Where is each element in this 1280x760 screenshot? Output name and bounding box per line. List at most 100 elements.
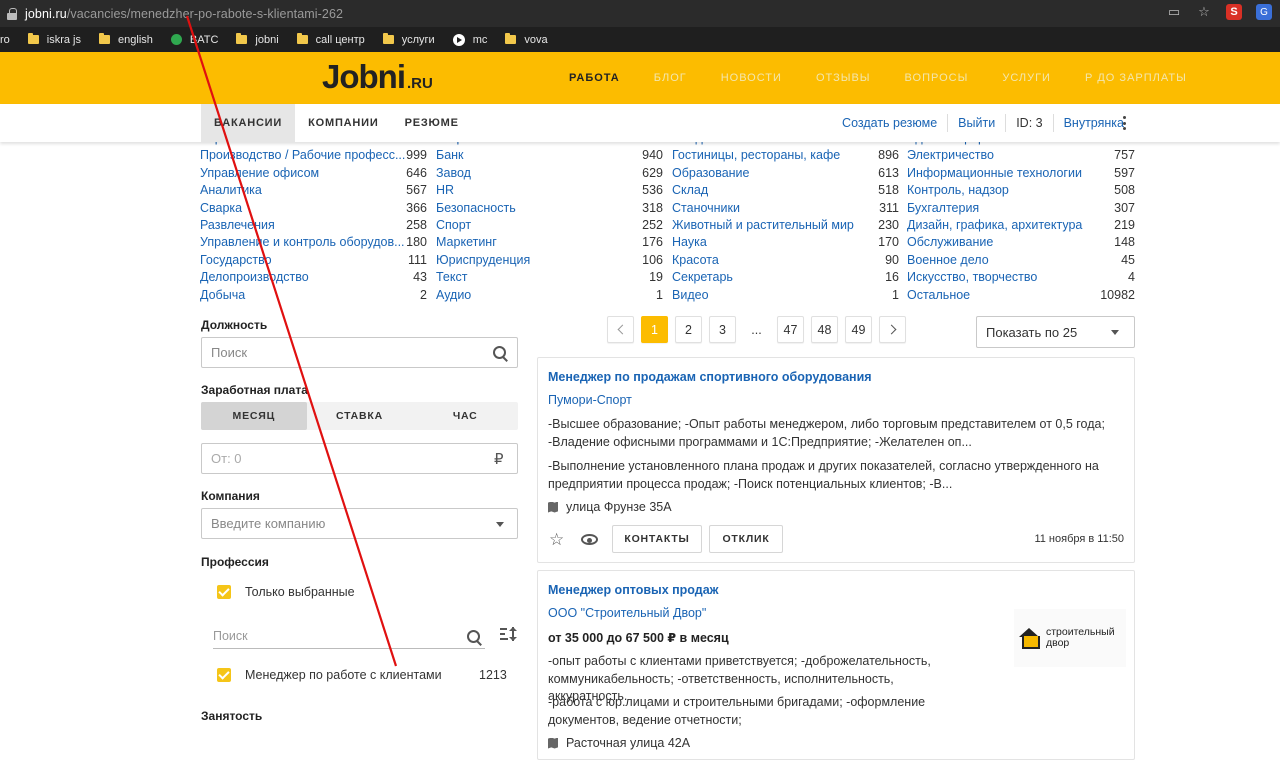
profession-checkbox[interactable]	[217, 668, 231, 682]
category-link[interactable]: Аналитика	[200, 183, 262, 197]
profession-search-input[interactable]: Поиск	[213, 623, 485, 649]
url-text[interactable]: jobni.ru/vacancies/menedzher-po-rabote-s…	[25, 7, 343, 21]
more-menu-icon[interactable]	[1123, 116, 1127, 130]
salary-from-input[interactable]: От: 0 ₽	[201, 443, 518, 474]
bookmark-item[interactable]: jobni	[236, 33, 279, 46]
category-link[interactable]: Электричество	[907, 148, 994, 162]
category-link[interactable]: Добыча	[200, 288, 245, 302]
translate-extension-icon[interactable]: G	[1256, 4, 1272, 20]
company-select[interactable]: Введите компанию	[201, 508, 518, 539]
category-link[interactable]: Управление и контроль оборудов...	[200, 235, 405, 249]
category-link[interactable]: Развлечения	[200, 218, 275, 232]
category-link[interactable]: Контроль, надзор	[907, 183, 1009, 197]
bookmark-item[interactable]: услуги	[382, 33, 435, 46]
pagination-page[interactable]: 47	[777, 316, 804, 343]
cast-icon[interactable]: ▭	[1166, 4, 1182, 20]
bookmark-item[interactable]: vova	[505, 33, 548, 46]
category-link[interactable]: Склад	[672, 183, 708, 197]
search-icon[interactable]	[493, 346, 507, 360]
category-link[interactable]: Производство / Рабочие професс...	[200, 148, 405, 162]
category-count: 148	[1114, 235, 1135, 250]
tab-resumes[interactable]: РЕЗЮМЕ	[392, 104, 472, 142]
nav-item-services[interactable]: УСЛУГИ	[1002, 72, 1051, 84]
category-link[interactable]: Образование	[672, 166, 749, 180]
company-link[interactable]: Пумори-Спорт	[548, 393, 632, 407]
nav-item-work[interactable]: РАБОТА	[569, 72, 620, 84]
category-link[interactable]: Искусство, творчество	[907, 270, 1037, 284]
category-link[interactable]: Станочники	[672, 201, 740, 215]
category-link[interactable]: Аудио	[436, 288, 471, 302]
category-link[interactable]: Юриспруденция	[436, 253, 530, 267]
create-resume-link[interactable]: Создать резюме	[832, 114, 949, 132]
position-search-input[interactable]: Поиск	[201, 337, 518, 368]
star-bookmark-icon[interactable]: ☆	[1196, 4, 1212, 20]
job-title-link[interactable]: Менеджер оптовых продаж	[548, 583, 719, 597]
bookmark-item[interactable]: call центр	[296, 33, 365, 46]
eye-icon[interactable]	[581, 534, 598, 545]
extension-icon[interactable]: S	[1226, 4, 1242, 20]
job-title-link[interactable]: Менеджер по продажам спортивного оборудо…	[548, 370, 872, 384]
tab-vacancies[interactable]: ВАКАНСИИ	[201, 104, 296, 142]
category-link[interactable]: Гостиницы, рестораны, кафе	[672, 148, 840, 162]
category-link[interactable]: Государство	[200, 253, 272, 267]
company-logo[interactable]: строительный двор	[1014, 609, 1126, 667]
category-link[interactable]: Маркетинг	[436, 235, 497, 249]
category-link[interactable]: Животный и растительный мир	[672, 218, 854, 232]
salary-mode-rate[interactable]: СТАВКА	[307, 402, 413, 430]
job-card[interactable]: Менеджер оптовых продаж ООО "Строительны…	[537, 570, 1135, 760]
only-selected-checkbox[interactable]	[217, 585, 231, 599]
company-link[interactable]: ООО "Строительный Двор"	[548, 606, 706, 620]
bookmark-item[interactable]: english	[99, 33, 153, 46]
browser-address-bar[interactable]: jobni.ru/vacancies/menedzher-po-rabote-s…	[0, 0, 1280, 27]
pagination-next-button[interactable]	[879, 316, 906, 343]
salary-mode-hour[interactable]: ЧАС	[412, 402, 518, 430]
contacts-button[interactable]: КОНТАКТЫ	[612, 525, 702, 553]
nav-item-salary[interactable]: Р ДО ЗАРПЛАТЫ	[1085, 72, 1187, 84]
per-page-select[interactable]: Показать по 25	[976, 316, 1135, 348]
category-link[interactable]: Завод	[436, 166, 471, 180]
nav-item-blog[interactable]: БЛОГ	[654, 72, 687, 84]
category-link[interactable]: Видео	[672, 288, 709, 302]
logout-link[interactable]: Выйти	[948, 114, 1007, 132]
category-link[interactable]: Информационные технологии	[907, 166, 1082, 180]
sort-icon[interactable]	[500, 627, 518, 641]
category-link[interactable]: Секретарь	[672, 270, 733, 284]
category-link[interactable]: HR	[436, 183, 454, 197]
pagination-page[interactable]: 1	[641, 316, 668, 343]
category-link[interactable]: Банк	[436, 148, 464, 162]
category-link[interactable]: Спорт	[436, 218, 471, 232]
category-link[interactable]: Военное дело	[907, 253, 989, 267]
job-card[interactable]: Менеджер по продажам спортивного оборудо…	[537, 357, 1135, 563]
pagination-prev-button[interactable]	[607, 316, 634, 343]
bookmark-item[interactable]: BATC	[170, 34, 218, 46]
pagination-page[interactable]: 2	[675, 316, 702, 343]
bookmark-item[interactable]: iskra js	[27, 33, 81, 46]
category-link[interactable]: Обслуживание	[907, 235, 993, 249]
search-icon[interactable]	[467, 630, 481, 644]
favorite-star-icon[interactable]: ☆	[549, 531, 564, 548]
pagination-page[interactable]: 48	[811, 316, 838, 343]
category-link[interactable]: Текст	[436, 270, 467, 284]
category-count: 757	[1114, 148, 1135, 163]
nav-item-questions[interactable]: ВОПРОСЫ	[905, 72, 969, 84]
category-link[interactable]: Дизайн, графика, архитектура	[907, 218, 1082, 232]
pagination-page[interactable]: 3	[709, 316, 736, 343]
tab-companies[interactable]: КОМПАНИИ	[295, 104, 391, 142]
bookmark-item[interactable]: ro	[0, 34, 10, 46]
category-link[interactable]: Управление офисом	[200, 166, 319, 180]
nav-item-reviews[interactable]: ОТЗЫВЫ	[816, 72, 871, 84]
internal-link[interactable]: Внутрянка	[1054, 114, 1134, 132]
category-link[interactable]: Красота	[672, 253, 719, 267]
category-link[interactable]: Бухгалтерия	[907, 201, 979, 215]
salary-mode-month[interactable]: МЕСЯЦ	[201, 402, 307, 430]
category-link[interactable]: Остальное	[907, 288, 970, 302]
pagination-page[interactable]: 49	[845, 316, 872, 343]
bookmark-item[interactable]: mc	[452, 33, 487, 46]
site-logo[interactable]: Jobni .RU	[322, 58, 433, 96]
category-link[interactable]: Делопроизводство	[200, 270, 309, 284]
nav-item-news[interactable]: НОВОСТИ	[721, 72, 782, 84]
category-link[interactable]: Безопасность	[436, 201, 516, 215]
apply-button[interactable]: ОТКЛИК	[709, 525, 783, 553]
category-link[interactable]: Сварка	[200, 201, 242, 215]
category-link[interactable]: Наука	[672, 235, 707, 249]
